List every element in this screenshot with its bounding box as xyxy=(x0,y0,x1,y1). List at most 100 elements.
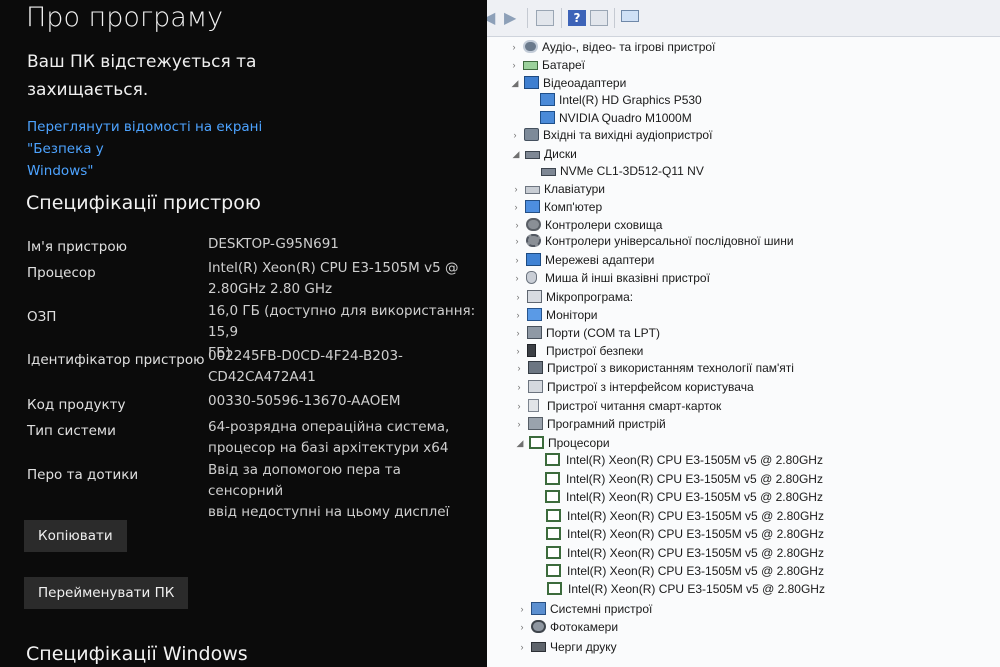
expand-arrow-icon[interactable]: › xyxy=(512,251,522,269)
expand-arrow-icon[interactable]: › xyxy=(514,397,524,415)
spec-value-device-id[interactable]: 002245FB-D0CD-4F24-B203- CD42CA472A41 xyxy=(208,346,478,388)
help-icon[interactable]: ? xyxy=(568,10,586,26)
expand-arrow-icon[interactable]: › xyxy=(512,269,522,287)
forward-arrow-icon[interactable]: ▶ xyxy=(504,10,522,26)
device-tree-label[interactable]: Монітори xyxy=(546,306,598,324)
spec-value-line[interactable]: ввід недоступні на цьому дисплеї xyxy=(208,502,478,523)
device-tree-category[interactable]: ◢ Відеоадаптери xyxy=(487,74,1000,92)
device-tree-category[interactable]: › Програмний пристрій xyxy=(487,415,1000,433)
device-tree-label[interactable]: Фотокамери xyxy=(550,618,618,636)
device-tree-child-item[interactable]: Intel(R) Xeon(R) CPU E3-1505M v5 @ 2.80G… xyxy=(487,544,1000,562)
spec-value-line[interactable]: 16,0 ГБ (доступно для використання: 15,9 xyxy=(208,301,478,343)
expand-arrow-icon[interactable]: › xyxy=(514,415,524,433)
back-arrow-icon[interactable]: ◀ xyxy=(487,10,501,26)
device-tree-child-item[interactable]: Intel(R) Xeon(R) CPU E3-1505M v5 @ 2.80G… xyxy=(487,488,1000,506)
device-tree-label[interactable]: Відеоадаптери xyxy=(543,74,626,92)
spec-value-line[interactable]: 00330-50596-13670-AAOEM xyxy=(208,391,478,412)
device-tree-category[interactable]: › Фотокамери xyxy=(487,618,1000,636)
view-icon[interactable] xyxy=(590,10,608,26)
device-tree-category[interactable]: › Контролери універсальної послідовної ши… xyxy=(487,232,1000,250)
device-tree-category[interactable]: › Миша й інші вказівні пристрої xyxy=(487,269,1000,287)
device-tree-label[interactable]: Системні пристрої xyxy=(550,600,652,618)
spec-value-system-type[interactable]: 64-розрядна операційна система, процесор… xyxy=(208,417,478,459)
device-tree-category[interactable]: › Вхідні та вихідні аудіопристрої xyxy=(487,126,1000,144)
device-tree-label[interactable]: Пристрої з використанням технології пам'… xyxy=(547,359,794,377)
device-tree-label[interactable]: Пристрої з інтерфейсом користувача xyxy=(547,378,754,396)
expand-arrow-icon[interactable]: › xyxy=(511,180,521,198)
device-tree-child-item[interactable]: NVIDIA Quadro M1000M xyxy=(487,109,1000,127)
windows-security-link[interactable]: Переглянути відомості на екрані "Безпека… xyxy=(27,116,327,182)
device-tree-category[interactable]: › Черги друку xyxy=(487,638,1000,656)
device-tree-category[interactable]: › Клавіатури xyxy=(487,180,1000,198)
device-tree-label[interactable]: Комп'ютер xyxy=(544,198,602,216)
device-tree-category[interactable]: › Пристрої з інтерфейсом користувача xyxy=(487,378,1000,396)
expand-arrow-icon[interactable]: › xyxy=(513,324,523,342)
device-tree-label[interactable]: Intel(R) Xeon(R) CPU E3-1505M v5 @ 2.80G… xyxy=(566,451,823,469)
device-tree-label[interactable]: Мікропрограма: xyxy=(546,288,633,306)
device-tree-label[interactable]: Intel(R) Xeon(R) CPU E3-1505M v5 @ 2.80G… xyxy=(567,507,824,525)
device-tree-label[interactable]: Intel(R) Xeon(R) CPU E3-1505M v5 @ 2.80G… xyxy=(568,580,825,598)
device-tree-child-item[interactable]: NVMe CL1-3D512-Q11 NV xyxy=(487,162,1000,180)
device-tree-category[interactable]: › Пристрої безпеки xyxy=(487,342,1000,360)
device-tree-child-item[interactable]: Intel(R) Xeon(R) CPU E3-1505M v5 @ 2.80G… xyxy=(487,507,1000,525)
device-tree-category[interactable]: › Порти (COM та LPT) xyxy=(487,324,1000,342)
device-tree-category[interactable]: ◢ Диски xyxy=(487,145,1000,163)
device-tree-label[interactable]: Диски xyxy=(544,145,577,163)
device-tree-category[interactable]: › Пристрої з використанням технології пам… xyxy=(487,359,1000,377)
expand-arrow-icon[interactable]: › xyxy=(517,600,527,618)
spec-value-product-id[interactable]: 00330-50596-13670-AAOEM xyxy=(208,391,478,412)
spec-value-pen-touch[interactable]: Ввід за допомогою пера та сенсорний ввід… xyxy=(208,460,478,523)
device-tree-category[interactable]: › Комп'ютер xyxy=(487,198,1000,216)
device-tree-label[interactable]: Intel(R) HD Graphics P530 xyxy=(559,91,702,109)
device-tree-label[interactable]: Клавіатури xyxy=(544,180,605,198)
device-tree-label[interactable]: NVMe CL1-3D512-Q11 NV xyxy=(560,162,704,180)
expand-arrow-icon[interactable]: › xyxy=(514,359,524,377)
device-tree-label[interactable]: Intel(R) Xeon(R) CPU E3-1505M v5 @ 2.80G… xyxy=(566,470,823,488)
device-tree-label[interactable]: Пристрої безпеки xyxy=(546,342,643,360)
device-tree-label[interactable]: Аудіо-, відео- та ігрові пристрої xyxy=(542,38,715,56)
spec-value-line[interactable]: 002245FB-D0CD-4F24-B203- xyxy=(208,346,478,367)
device-tree-label[interactable]: Батареї xyxy=(542,56,585,74)
device-tree-label[interactable]: Intel(R) Xeon(R) CPU E3-1505M v5 @ 2.80G… xyxy=(567,525,824,543)
expand-arrow-icon[interactable]: › xyxy=(510,126,520,144)
device-tree-child-item[interactable]: Intel(R) Xeon(R) CPU E3-1505M v5 @ 2.80G… xyxy=(487,451,1000,469)
spec-value-line[interactable]: Ввід за допомогою пера та сенсорний xyxy=(208,460,478,502)
device-tree-label[interactable]: Мережеві адаптери xyxy=(545,251,654,269)
expand-arrow-icon[interactable]: › xyxy=(511,198,521,216)
device-tree-label[interactable]: Контролери універсальної послідовної шин… xyxy=(545,232,794,250)
expand-arrow-icon[interactable]: › xyxy=(513,306,523,324)
device-tree-label[interactable]: Пристрої читання смарт-карток xyxy=(547,397,721,415)
spec-value-line[interactable]: DESKTOP-G95N691 xyxy=(208,234,478,255)
expand-arrow-icon[interactable]: › xyxy=(517,618,527,636)
device-tree-category[interactable]: › Аудіо-, відео- та ігрові пристрої xyxy=(487,38,1000,56)
spec-value-line[interactable]: 2.80GHz 2.80 GHz xyxy=(208,279,478,300)
device-tree-label[interactable]: Програмний пристрій xyxy=(547,415,666,433)
device-tree-label[interactable]: Intel(R) Xeon(R) CPU E3-1505M v5 @ 2.80G… xyxy=(566,488,823,506)
device-tree-label[interactable]: Процесори xyxy=(548,434,610,452)
spec-value-line[interactable]: Intel(R) Xeon(R) CPU E3-1505M v5 @ xyxy=(208,258,478,279)
expand-arrow-icon[interactable]: › xyxy=(509,38,519,56)
expand-arrow-icon[interactable]: › xyxy=(517,638,527,656)
copy-button[interactable]: Копіювати xyxy=(24,520,127,552)
rename-pc-button[interactable]: Перейменувати ПК xyxy=(24,577,189,609)
spec-value-device-name[interactable]: DESKTOP-G95N691 xyxy=(208,234,478,255)
device-tree-child-item[interactable]: Intel(R) Xeon(R) CPU E3-1505M v5 @ 2.80G… xyxy=(487,470,1000,488)
spec-value-line[interactable]: процесор на базі архітектури x64 xyxy=(208,438,478,459)
device-tree-label[interactable]: Миша й інші вказівні пристрої xyxy=(545,269,710,287)
spec-value-line[interactable]: 64-розрядна операційна система, xyxy=(208,417,478,438)
device-tree-category[interactable]: ◢ Процесори xyxy=(487,434,1000,452)
monitor-scan-icon[interactable] xyxy=(621,10,639,22)
device-tree-label[interactable]: Порти (COM та LPT) xyxy=(546,324,660,342)
device-tree-category[interactable]: › Батареї xyxy=(487,56,1000,74)
properties-icon[interactable] xyxy=(536,10,554,26)
device-tree-child-item[interactable]: Intel(R) Xeon(R) CPU E3-1505M v5 @ 2.80G… xyxy=(487,525,1000,543)
device-tree-category[interactable]: › Системні пристрої xyxy=(487,600,1000,618)
device-tree-label[interactable]: Черги друку xyxy=(550,638,617,656)
device-tree-child-item[interactable]: Intel(R) Xeon(R) CPU E3-1505M v5 @ 2.80G… xyxy=(487,580,1000,598)
spec-value-processor[interactable]: Intel(R) Xeon(R) CPU E3-1505M v5 @ 2.80G… xyxy=(208,258,478,300)
device-tree-label[interactable]: Intel(R) Xeon(R) CPU E3-1505M v5 @ 2.80G… xyxy=(567,544,824,562)
device-tree-label[interactable]: Intel(R) Xeon(R) CPU E3-1505M v5 @ 2.80G… xyxy=(567,562,824,580)
device-tree-child-item[interactable]: Intel(R) HD Graphics P530 xyxy=(487,91,1000,109)
device-tree-category[interactable]: › Мікропрограма: xyxy=(487,288,1000,306)
collapse-arrow-icon[interactable]: ◢ xyxy=(511,145,521,163)
